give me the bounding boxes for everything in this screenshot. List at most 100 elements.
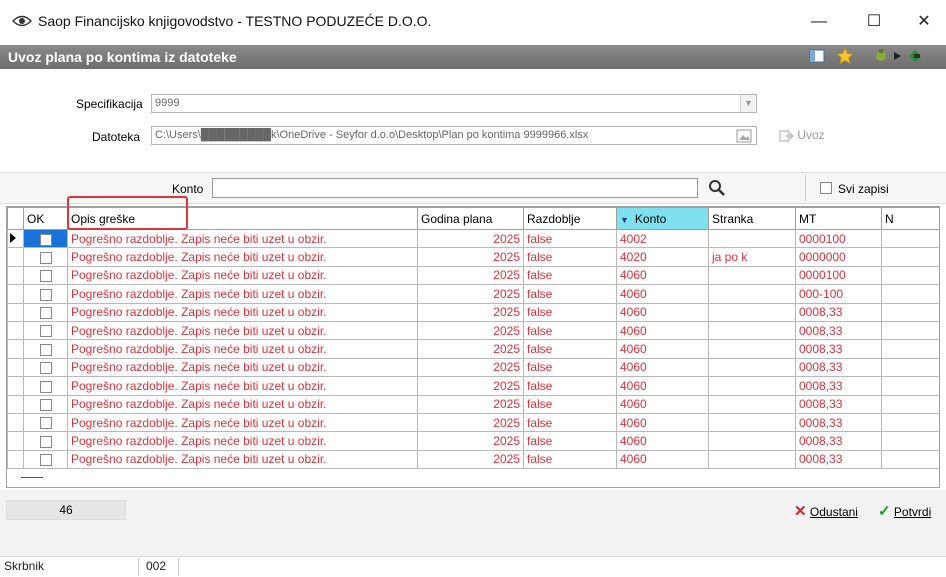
- column-header-n[interactable]: N: [881, 207, 939, 230]
- godina-cell: 2025: [417, 320, 524, 341]
- ok-cell: [23, 357, 68, 378]
- divider: [805, 175, 806, 201]
- n-cell: [881, 376, 939, 396]
- mt-cell: 0008,33: [795, 412, 882, 433]
- search-icon[interactable]: [708, 179, 726, 197]
- svi-zapisi-label: Svi zapisi: [838, 182, 889, 196]
- godina-cell: 2025: [417, 302, 524, 322]
- godina-cell: 2025: [417, 284, 524, 304]
- table-row[interactable]: Pogrešno razdoblje. Zapis neće biti uzet…: [7, 265, 939, 286]
- ok-checkbox[interactable]: [39, 417, 52, 430]
- datoteka-input[interactable]: C:\Users\█████████k\OneDrive - Seyfor d.…: [151, 126, 757, 145]
- exit-door-icon[interactable]: [906, 47, 924, 65]
- table-row[interactable]: Pogrešno razdoblje. Zapis neće biti uzet…: [7, 412, 939, 433]
- browse-image-icon[interactable]: [736, 129, 752, 143]
- table-row[interactable]: Pogrešno razdoblje. Zapis neće biti uzet…: [7, 228, 939, 249]
- potvrdi-button[interactable]: ✓ Potvrdi: [878, 502, 931, 520]
- current-row-arrow-icon: [10, 232, 16, 243]
- konto-search-input[interactable]: [212, 178, 698, 198]
- ok-checkbox[interactable]: [39, 288, 52, 301]
- odustani-button[interactable]: ✕ Odustani: [794, 502, 858, 520]
- n-cell: [881, 320, 939, 341]
- table-row[interactable]: Pogrešno razdoblje. Zapis neće biti uzet…: [7, 376, 939, 396]
- layout-icon[interactable]: [808, 47, 826, 65]
- row-indicator-header: [7, 207, 24, 230]
- n-cell: [881, 431, 939, 451]
- konto-cell: 4060: [616, 284, 709, 304]
- maximize-button[interactable]: ☐: [852, 8, 896, 36]
- column-header-opis-greske[interactable]: Opis greške: [67, 207, 418, 230]
- stranka-cell: [708, 265, 796, 286]
- sort-descending-icon: ▼: [620, 214, 629, 225]
- razdoblje-cell: false: [523, 302, 617, 322]
- razdoblje-cell: false: [523, 247, 617, 267]
- table-row[interactable]: Pogrešno razdoblje. Zapis neće biti uzet…: [7, 339, 939, 359]
- ok-checkbox[interactable]: [39, 325, 52, 338]
- ok-checkbox[interactable]: [39, 435, 52, 448]
- godina-cell: 2025: [417, 449, 524, 470]
- new-row-marker: [21, 477, 43, 478]
- chevron-down-icon[interactable]: ▼: [740, 95, 756, 112]
- close-button[interactable]: ✕: [902, 8, 946, 36]
- import-icon: [779, 130, 794, 142]
- row-indicator: [7, 228, 24, 249]
- godina-cell: 2025: [417, 431, 524, 451]
- column-header-godina-plana[interactable]: Godina plana: [417, 207, 524, 230]
- status-divider: [178, 558, 179, 576]
- column-header-razdoblje[interactable]: Razdoblje: [523, 207, 617, 230]
- opis-cell: Pogrešno razdoblje. Zapis neće biti uzet…: [67, 265, 418, 286]
- specifikacija-label: Specifikacija: [76, 97, 143, 111]
- ok-cell: [23, 431, 68, 451]
- table-row[interactable]: Pogrešno razdoblje. Zapis neće biti uzet…: [7, 247, 939, 267]
- specifikacija-value: 9999: [155, 97, 180, 109]
- table-row[interactable]: Pogrešno razdoblje. Zapis neće biti uzet…: [7, 357, 939, 378]
- svi-zapisi-checkbox[interactable]: [820, 182, 832, 194]
- n-cell: [881, 339, 939, 359]
- uvoz-button[interactable]: Uvoz: [778, 128, 825, 143]
- favorite-star-icon[interactable]: [836, 47, 854, 65]
- konto-cell: 4002: [616, 228, 709, 249]
- mt-cell: 0008,33: [795, 302, 882, 322]
- column-header-ok[interactable]: OK: [23, 207, 68, 230]
- row-indicator: [7, 265, 24, 286]
- konto-cell: 4060: [616, 320, 709, 341]
- plugin-icon[interactable]: [872, 47, 890, 65]
- n-cell: [881, 284, 939, 304]
- opis-cell: Pogrešno razdoblje. Zapis neće biti uzet…: [67, 412, 418, 433]
- opis-cell: Pogrešno razdoblje. Zapis neće biti uzet…: [67, 449, 418, 470]
- ok-checkbox[interactable]: [39, 399, 52, 412]
- opis-cell: Pogrešno razdoblje. Zapis neće biti uzet…: [67, 431, 418, 451]
- table-row[interactable]: Pogrešno razdoblje. Zapis neće biti uzet…: [7, 284, 939, 304]
- n-cell: [881, 228, 939, 249]
- ok-cell: [23, 376, 68, 396]
- n-cell: [881, 412, 939, 433]
- specifikacija-combo[interactable]: 9999 ▼: [151, 94, 757, 113]
- godina-cell: 2025: [417, 394, 524, 414]
- ok-checkbox[interactable]: [39, 380, 52, 393]
- table-row[interactable]: Pogrešno razdoblje. Zapis neće biti uzet…: [7, 394, 939, 414]
- godina-cell: 2025: [417, 376, 524, 396]
- minimize-button[interactable]: —: [797, 8, 841, 36]
- ok-checkbox[interactable]: [39, 233, 52, 246]
- ok-checkbox[interactable]: [39, 307, 52, 320]
- column-header-stranka[interactable]: Stranka: [708, 207, 796, 230]
- row-indicator: [7, 449, 24, 470]
- table-row[interactable]: Pogrešno razdoblje. Zapis neće biti uzet…: [7, 302, 939, 322]
- table-row[interactable]: Pogrešno razdoblje. Zapis neće biti uzet…: [7, 449, 939, 470]
- column-header-konto[interactable]: ▼ Konto: [616, 207, 709, 230]
- opis-cell: Pogrešno razdoblje. Zapis neće biti uzet…: [67, 228, 418, 249]
- column-header-mt[interactable]: MT: [795, 207, 882, 230]
- ok-checkbox[interactable]: [39, 362, 52, 375]
- konto-cell: 4060: [616, 376, 709, 396]
- search-bar: Konto Svi zapisi: [0, 172, 946, 204]
- table-row[interactable]: Pogrešno razdoblje. Zapis neće biti uzet…: [7, 431, 939, 451]
- table-row[interactable]: Pogrešno razdoblje. Zapis neće biti uzet…: [7, 320, 939, 341]
- row-indicator: [7, 247, 24, 267]
- stranka-cell: [708, 376, 796, 396]
- ok-checkbox[interactable]: [39, 251, 52, 264]
- datoteka-value: C:\Users\█████████k\OneDrive - Seyfor d.…: [155, 129, 589, 141]
- ok-checkbox[interactable]: [39, 454, 52, 467]
- ok-checkbox[interactable]: [39, 270, 52, 283]
- mt-cell: 0008,33: [795, 320, 882, 341]
- ok-checkbox[interactable]: [39, 343, 52, 356]
